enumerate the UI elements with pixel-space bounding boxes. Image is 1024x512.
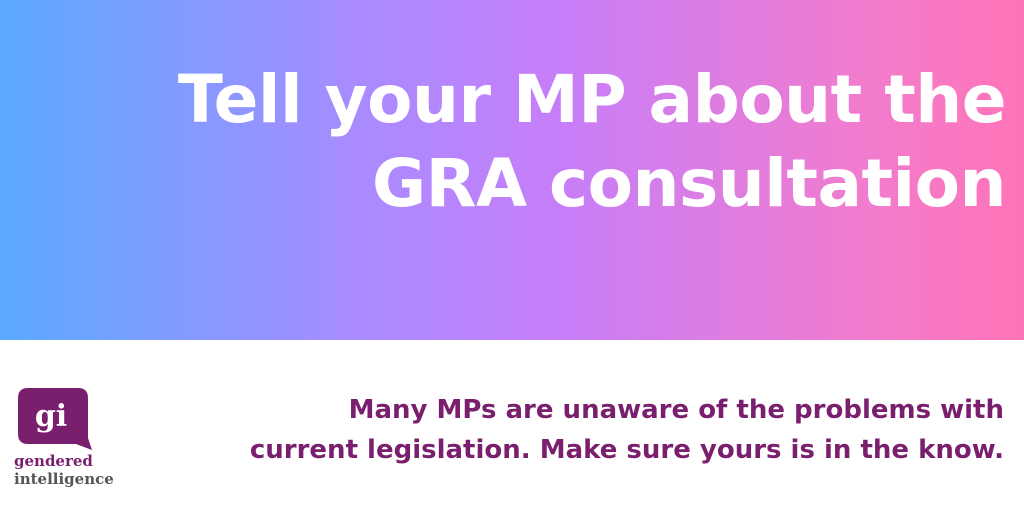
- logo-wordmark-gendered: gendered: [14, 452, 93, 470]
- headline-line-1: Tell your MP about the: [177, 61, 1007, 138]
- footer-panel: gi gendered intelligence Many MPs are un…: [0, 340, 1024, 512]
- headline-line-2: GRA consultation: [372, 145, 1007, 222]
- gradient-banner: Tell your MP about the GRA consultation: [0, 0, 1024, 340]
- call-to-action-message: Many MPs are unaware of the problems wit…: [144, 390, 1004, 470]
- message-line-2: current legislation. Make sure yours is …: [249, 435, 1004, 465]
- gendered-intelligence-logo: gi gendered intelligence: [14, 388, 134, 498]
- logo-mark-text: gi: [34, 399, 68, 434]
- logo-wordmark-intelligence: intelligence: [14, 470, 114, 488]
- message-line-1: Many MPs are unaware of the problems wit…: [348, 395, 1004, 425]
- headline: Tell your MP about the GRA consultation: [46, 58, 1007, 226]
